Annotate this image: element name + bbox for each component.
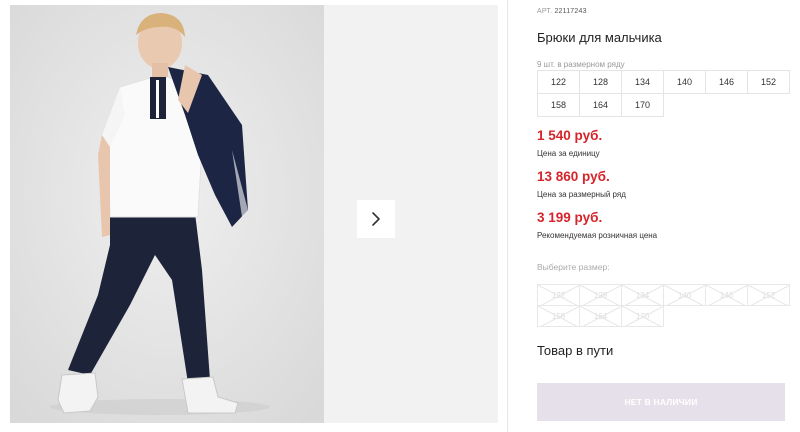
strike-icon [580, 306, 621, 326]
size-option-disabled[interactable]: 128 [579, 284, 622, 306]
retail-price: 3 199 руб. [537, 210, 603, 225]
size-option-disabled[interactable]: 158 [537, 305, 580, 327]
row-price-note: Цена за размерный ряд [537, 190, 626, 199]
retail-price-note: Рекомендуемая розничная цена [537, 231, 658, 240]
chevron-right-icon [372, 212, 380, 226]
size-cell: 170 [621, 93, 664, 117]
size-cell: 134 [621, 70, 664, 94]
product-gallery [10, 5, 498, 423]
product-title: Брюки для мальчика [537, 30, 662, 45]
size-cell: 122 [537, 70, 580, 94]
size-option-disabled[interactable]: 134 [621, 284, 664, 306]
unit-price-note: Цена за единицу [537, 149, 600, 158]
article-label: АРТ. [537, 8, 553, 15]
strike-icon [622, 285, 663, 305]
size-cell: 152 [747, 70, 790, 94]
article-value: 22117243 [554, 8, 587, 15]
photo-background [324, 5, 498, 423]
size-option-disabled[interactable]: 146 [705, 284, 748, 306]
boy-model-illustration [10, 5, 324, 423]
size-cell: 164 [579, 93, 622, 117]
strike-icon [580, 285, 621, 305]
size-option-disabled[interactable]: 122 [537, 284, 580, 306]
strike-icon [622, 306, 663, 326]
strike-icon [538, 306, 579, 326]
article-number: АРТ. 22117243 [537, 8, 587, 15]
strike-icon [706, 285, 747, 305]
size-row-count: 9 шт. в размерном ряду [537, 60, 625, 69]
strike-icon [664, 285, 705, 305]
size-option-disabled[interactable]: 164 [579, 305, 622, 327]
size-row-grid: 122 128 134 140 146 152 158 164 170 [537, 70, 790, 117]
availability-status: Товар в пути [537, 343, 614, 358]
size-option-disabled[interactable]: 170 [621, 305, 664, 327]
size-option-disabled[interactable]: 152 [747, 284, 790, 306]
product-photo [10, 5, 324, 423]
size-option-disabled[interactable]: 140 [663, 284, 706, 306]
unit-price: 1 540 руб. [537, 128, 603, 143]
size-cell: 158 [537, 93, 580, 117]
size-selector: 122 128 134 140 146 152 158 164 170 [537, 284, 790, 327]
size-cell: 128 [579, 70, 622, 94]
row-price: 13 860 руб. [537, 169, 610, 184]
size-cell: 146 [705, 70, 748, 94]
choose-size-label: Выберите размер: [537, 262, 610, 272]
panel-divider [507, 0, 508, 432]
strike-icon [748, 285, 789, 305]
out-of-stock-button[interactable]: НЕТ В НАЛИЧИИ [537, 383, 785, 421]
strike-icon [538, 285, 579, 305]
size-cell: 140 [663, 70, 706, 94]
next-image-button[interactable] [357, 200, 395, 238]
